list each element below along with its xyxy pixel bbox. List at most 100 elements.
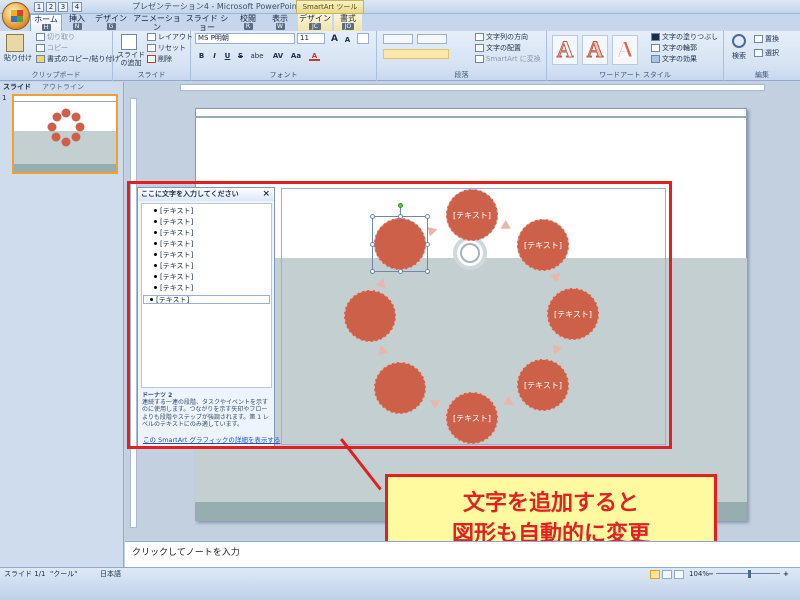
find-button[interactable]: 検索 <box>732 51 746 61</box>
reset-button[interactable]: リセット <box>147 43 186 53</box>
smartart-tools-label: SmartArt ツール <box>296 0 364 14</box>
shrink-font-button[interactable]: A <box>342 35 353 45</box>
horizontal-ruler <box>180 84 765 91</box>
undo-icon[interactable]: 2 <box>46 2 56 12</box>
slides-group-label: スライド <box>137 71 166 79</box>
layout-button[interactable]: レイアウト <box>147 32 193 42</box>
slide-number: 1 <box>2 94 7 102</box>
select-arrow-icon <box>754 49 763 57</box>
paste-button[interactable]: 貼り付け <box>4 54 32 64</box>
window-title: プレゼンテーション4 - Microsoft PowerPoint <box>132 2 300 11</box>
text-effects-icon <box>651 55 660 63</box>
underline-button[interactable]: U <box>222 51 233 61</box>
tab-smartart-design[interactable]: デザイン JC <box>298 14 332 31</box>
tab-view[interactable]: 表示 W <box>268 14 292 31</box>
layout-icon <box>147 33 156 41</box>
callout-line-1: 文字を追加すると <box>462 491 639 516</box>
slide-thumbnail[interactable] <box>12 94 118 174</box>
language-indicator: 日本語 <box>100 570 121 578</box>
font-size-combo[interactable]: 11 <box>297 33 325 44</box>
zoom-out-icon[interactable]: − <box>708 570 714 579</box>
format-painter-button[interactable]: 書式のコピー/貼り付け <box>36 54 119 64</box>
wordart-style-2[interactable]: A <box>582 35 608 65</box>
wordart-style-1[interactable]: A <box>552 35 578 65</box>
italic-button[interactable]: I <box>209 51 220 61</box>
tab-smartart-format[interactable]: 書式 JO <box>334 14 362 31</box>
title-bar: 1 2 3 4 プレゼンテーション4 - Microsoft PowerPoin… <box>0 0 800 14</box>
normal-view-icon[interactable] <box>650 570 660 579</box>
alignment-icons[interactable] <box>383 49 449 59</box>
delete-icon <box>147 55 156 63</box>
new-slide-icon <box>121 34 137 50</box>
wordart-group-label: ワードアート スタイル <box>599 71 671 79</box>
zoom-level[interactable]: 104% <box>689 570 709 579</box>
paste-icon <box>6 34 24 52</box>
select-button[interactable]: 選択 <box>754 48 779 58</box>
tab-review[interactable]: 校閲 R <box>236 14 260 31</box>
sorter-view-icon[interactable] <box>662 570 672 579</box>
office-button[interactable] <box>2 2 30 30</box>
scissors-icon <box>36 33 45 41</box>
tab-outline-panel[interactable]: アウトライン <box>42 82 84 92</box>
clipboard-group: 貼り付け 切り取り コピー 書式のコピー/貼り付け クリップボード <box>0 31 119 81</box>
notes-pane[interactable]: クリックしてノートを入力 <box>125 541 800 567</box>
brush-icon <box>36 55 45 63</box>
bold-button[interactable]: B <box>196 51 207 61</box>
new-slide-button[interactable]: スライド の追加 <box>115 51 147 67</box>
thumbnail-diagram <box>47 108 85 147</box>
replace-icon <box>754 35 763 43</box>
replace-button[interactable]: 置換 <box>754 34 779 44</box>
ribbon: 貼り付け 切り取り コピー 書式のコピー/貼り付け クリップボード スライド の… <box>0 31 800 81</box>
ribbon-tabs: ホームH 挿入N デザインG アニメーションK スライド ショーS 校閲R 表示… <box>0 14 800 39</box>
binoculars-icon <box>732 34 746 48</box>
tab-home[interactable]: ホーム H <box>30 14 62 32</box>
slide-top-rule <box>195 116 747 118</box>
slides-group: スライド の追加 レイアウト リセット 削除 スライド <box>113 31 193 81</box>
zoom-slider-thumb[interactable] <box>748 570 751 578</box>
paragraph-group-label: 段落 <box>454 71 469 79</box>
font-group-label: フォント <box>269 71 298 79</box>
copy-icon <box>36 44 45 52</box>
wordart-group: A A A 文字の塗りつぶし 文字の輪郭 文字の効果 ワードアート スタイル <box>547 31 724 81</box>
numbering-icon[interactable] <box>417 34 447 44</box>
slideshow-view-icon[interactable] <box>674 570 684 579</box>
copy-button[interactable]: コピー <box>36 43 68 53</box>
align-text-button[interactable]: 文字の配置 <box>475 43 521 53</box>
clipboard-group-label: クリップボード <box>31 71 81 79</box>
zoom-in-icon[interactable]: + <box>783 570 789 579</box>
tab-slideshow[interactable]: スライド ショーS <box>185 14 229 39</box>
char-spacing-button[interactable]: AV <box>271 51 285 61</box>
redo-icon[interactable]: 3 <box>58 2 68 12</box>
font-color-button[interactable]: A <box>309 51 320 61</box>
save-icon[interactable]: 1 <box>34 2 44 12</box>
tab-insert[interactable]: 挿入 N <box>66 14 88 31</box>
reset-icon <box>147 44 156 52</box>
highlight-frame <box>127 181 672 449</box>
change-case-button[interactable]: Aa <box>289 51 303 61</box>
text-fill-button[interactable]: 文字の塗りつぶし <box>651 32 718 42</box>
text-direction-button[interactable]: 文字列の方向 <box>475 32 528 42</box>
paragraph-group: 文字列の方向 文字の配置 SmartArt に変換 段落 <box>377 31 547 81</box>
font-name-combo[interactable]: MS P明朝 <box>195 33 295 44</box>
strikethrough-button[interactable]: S <box>235 51 246 61</box>
grow-font-button[interactable]: A <box>329 34 340 44</box>
customize-quick-access-icon[interactable]: 4 <box>72 2 82 12</box>
shadow-button[interactable]: abe <box>249 51 265 61</box>
text-direction-icon <box>475 33 484 41</box>
tab-animations[interactable]: アニメーションK <box>133 14 181 39</box>
editing-group: 検索 置換 選択 編集 <box>724 31 800 81</box>
status-bar: スライド 1/1 "クール" 日本語 104% − + <box>0 567 800 600</box>
clear-format-icon[interactable] <box>357 33 369 44</box>
tab-slides-panel[interactable]: スライド <box>3 82 31 92</box>
text-effects-button[interactable]: 文字の効果 <box>651 54 697 64</box>
delete-button[interactable]: 削除 <box>147 54 172 64</box>
tab-design[interactable]: デザイン G <box>94 14 128 31</box>
wordart-style-3[interactable]: A <box>612 35 638 65</box>
align-text-icon <box>475 44 484 52</box>
cut-button[interactable]: 切り取り <box>36 32 75 42</box>
convert-smartart-button[interactable]: SmartArt に変換 <box>475 54 541 64</box>
text-outline-button[interactable]: 文字の輪郭 <box>651 43 697 53</box>
font-group: MS P明朝 11 A A B I U S abe AV Aa A フォント <box>191 31 377 81</box>
bullets-icon[interactable] <box>383 34 413 44</box>
text-outline-icon <box>651 44 660 52</box>
